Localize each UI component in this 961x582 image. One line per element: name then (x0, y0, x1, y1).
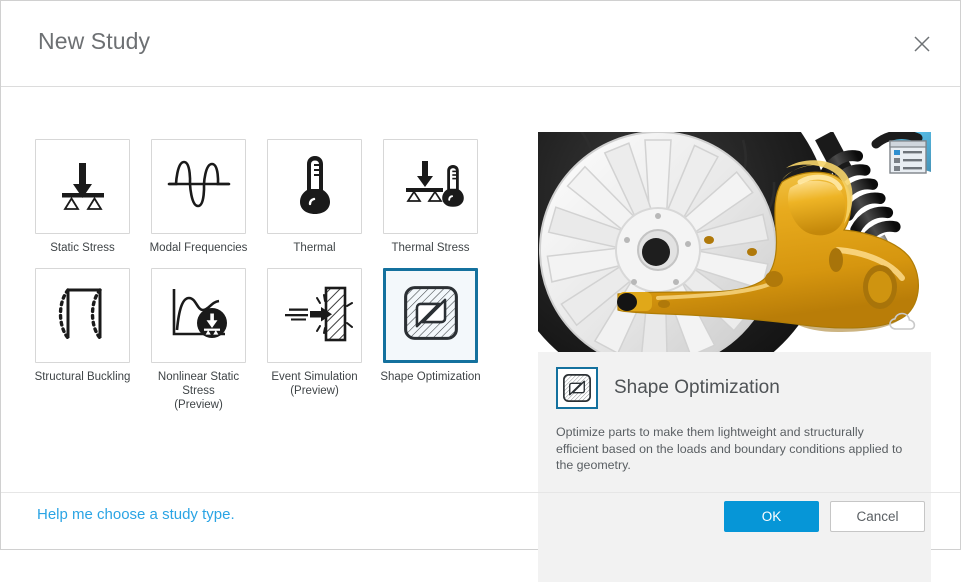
shape-optimization-icon (402, 284, 460, 347)
thermal-stress-icon (396, 153, 466, 220)
study-tile-shape-optimization[interactable]: Shape Optimization (380, 268, 481, 412)
static-stress-icon (52, 153, 114, 220)
tile-icon-box (383, 268, 478, 363)
tile-icon-box (151, 268, 246, 363)
help-choose-study-type-link[interactable]: Help me choose a study type. (37, 506, 235, 523)
nonlinear-static-stress-icon (167, 284, 231, 347)
shape-optimization-icon (556, 367, 598, 409)
hero-image (538, 132, 931, 352)
study-tile-label: Thermal (293, 242, 336, 254)
study-description-text: Optimize parts to make them lightweight … (556, 425, 903, 472)
list-window-icon[interactable] (889, 140, 927, 174)
study-description-block: Shape Optimization Optimize parts to mak… (538, 352, 931, 474)
structural-buckling-icon (54, 282, 112, 349)
dialog-title: New Study (38, 28, 151, 54)
close-icon[interactable] (908, 30, 936, 58)
study-tile-static-stress[interactable]: Static Stress (34, 139, 131, 255)
study-description-title: Shape Optimization (614, 377, 780, 398)
cancel-button[interactable]: Cancel (830, 501, 925, 532)
study-tile-structural-buckling[interactable]: Structural Buckling (34, 268, 131, 412)
dialog-body: Static Stress Modal Frequencies Thermal … (1, 87, 960, 582)
event-simulation-icon (277, 282, 353, 349)
study-tile-modal-frequencies[interactable]: Modal Frequencies (150, 139, 247, 255)
tile-icon-box (35, 139, 130, 234)
study-tile-label: Structural Buckling (34, 371, 131, 383)
modal-frequencies-icon (166, 156, 232, 217)
study-tile-event-simulation[interactable]: Event Simulation (Preview) (266, 268, 363, 412)
cloud-icon (889, 312, 917, 332)
thermal-icon (295, 153, 335, 220)
study-tile-thermal[interactable]: Thermal (266, 139, 363, 255)
tile-icon-box (383, 139, 478, 234)
tile-icon-box (35, 268, 130, 363)
tile-icon-box (267, 268, 362, 363)
study-tile-nonlinear-static-stress[interactable]: Nonlinear Static Stress (Preview) (150, 268, 247, 412)
study-tile-label: Shape Optimization (380, 371, 481, 383)
study-tile-label: Static Stress (50, 242, 115, 254)
study-tile-label: Nonlinear Static Stress (Preview) (157, 371, 240, 411)
dialog-footer: Help me choose a study type. OK Cancel (1, 492, 960, 549)
ok-button[interactable]: OK (724, 501, 819, 532)
tile-icon-box (151, 139, 246, 234)
dialog-titlebar: New Study (1, 1, 960, 87)
study-tile-label: Thermal Stress (391, 242, 470, 254)
new-study-dialog: New Study Static Stress Modal Frequencie… (0, 0, 961, 582)
study-tile-label: Modal Frequencies (149, 242, 248, 254)
study-tile-label: Event Simulation (Preview) (271, 371, 358, 397)
tile-icon-box (267, 139, 362, 234)
study-description-header: Shape Optimization (556, 366, 913, 410)
study-type-grid: Static Stress Modal Frequencies Thermal … (34, 139, 494, 425)
study-tile-thermal-stress[interactable]: Thermal Stress (382, 139, 479, 255)
